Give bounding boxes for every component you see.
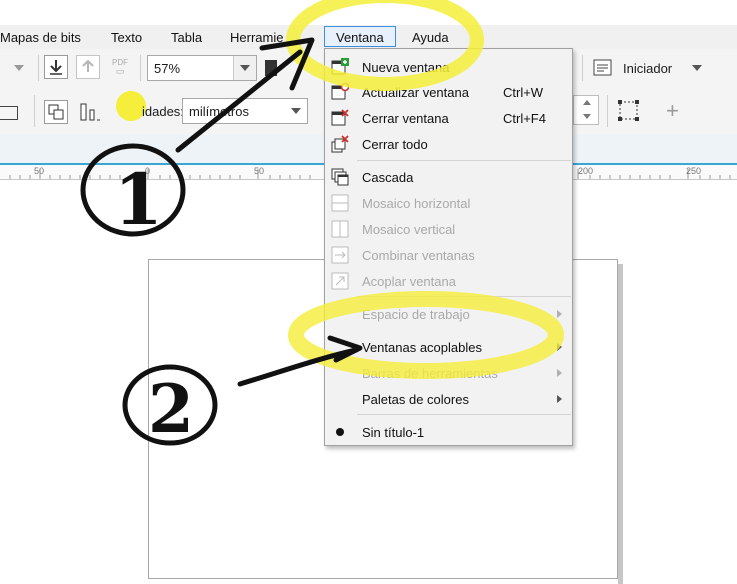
submenu-arrow-icon [557,369,562,377]
new-window-icon [331,58,349,75]
menu-ayuda[interactable]: Ayuda [412,30,449,45]
menu-item-mosaico-vertical[interactable]: Mosaico vertical [325,217,572,241]
menu-item-combinar-ventanas[interactable]: Combinar ventanas [325,243,572,267]
menu-item-nueva-ventana[interactable]: Nueva ventana [325,55,572,79]
page-orientation-icon[interactable] [0,106,18,120]
ruler-label: 250 [686,166,702,176]
export-icon [82,59,94,72]
refresh-window-icon [331,83,349,100]
ruler-label: 50 [254,166,265,176]
nudge-spinner[interactable] [573,95,599,125]
pages-icon [48,104,64,120]
combine-windows-icon [331,246,349,264]
cascade-icon [331,168,349,186]
page-size-icon [80,103,100,121]
units-value: milímetros [189,104,249,119]
ruler-label: 0 [145,166,151,176]
ventana-menu: Nueva ventana Actualizar ventana Ctrl+W … [324,48,573,446]
all-pages-button[interactable] [44,100,68,124]
menu-item-ventanas-acoplables[interactable]: Ventanas acoplables [325,335,572,359]
page-shadow [618,264,623,584]
active-document-bullet-icon [336,428,344,436]
current-page-button[interactable] [78,101,102,123]
ruler-label: 50 [34,166,45,176]
export-button[interactable] [76,55,100,79]
submenu-arrow-icon [557,310,562,318]
import-icon [50,60,62,75]
close-window-icon [331,109,349,126]
zoom-value: 57% [154,61,181,76]
menu-item-acoplar-ventana[interactable]: Acoplar ventana [325,269,572,293]
menu-item-cascada[interactable]: Cascada [325,165,572,189]
menu-item-cerrar-todo[interactable]: Cerrar todo [325,132,572,156]
tile-horizontal-icon [331,194,349,212]
dock-window-icon [331,272,349,290]
frame-icon [618,100,639,121]
menu-tabla[interactable]: Tabla [171,30,202,45]
menu-item-actualizar-ventana[interactable]: Actualizar ventana Ctrl+W [325,80,572,104]
zoom-level-combo[interactable]: 57% [147,55,257,81]
launcher-label[interactable]: Iniciador [623,61,672,76]
launcher-icon[interactable] [592,58,614,78]
menu-item-mosaico-horizontal[interactable]: Mosaico horizontal [325,191,572,215]
menu-bar: Mapas de bits Texto Tabla Herramie Venta… [0,25,737,50]
full-screen-icon[interactable] [265,60,277,76]
menu-texto[interactable]: Texto [111,30,142,45]
page-frame-button[interactable] [616,98,640,122]
submenu-arrow-icon [557,343,562,351]
menu-item-cerrar-ventana[interactable]: Cerrar ventana Ctrl+F4 [325,106,572,130]
menu-item-sin-titulo-1[interactable]: Sin título-1 [325,420,572,444]
tile-vertical-icon [331,220,349,238]
launcher-dropdown-icon[interactable] [692,65,702,71]
submenu-arrow-icon [557,395,562,403]
menu-item-paletas-de-colores[interactable]: Paletas de colores [325,387,572,411]
menu-mapas-de-bits[interactable]: Mapas de bits [0,30,81,45]
menu-ventana[interactable]: Ventana [324,26,396,47]
menu-item-espacio-de-trabajo[interactable]: Espacio de trabajo [325,302,572,326]
import-button[interactable] [44,55,68,79]
ruler-label: 200 [578,166,594,176]
menu-item-barras-de-herramientas[interactable]: Barras de herramientas [325,361,572,385]
menu-herramientas[interactable]: Herramie [230,30,283,45]
units-combo[interactable]: milímetros [182,98,308,124]
add-preset-button[interactable]: + [666,98,679,124]
chevron-down-icon[interactable] [14,65,24,71]
units-label: idades: [142,104,184,119]
close-all-icon [331,135,349,153]
publish-pdf-button[interactable]: PDF ▭ [108,58,132,78]
